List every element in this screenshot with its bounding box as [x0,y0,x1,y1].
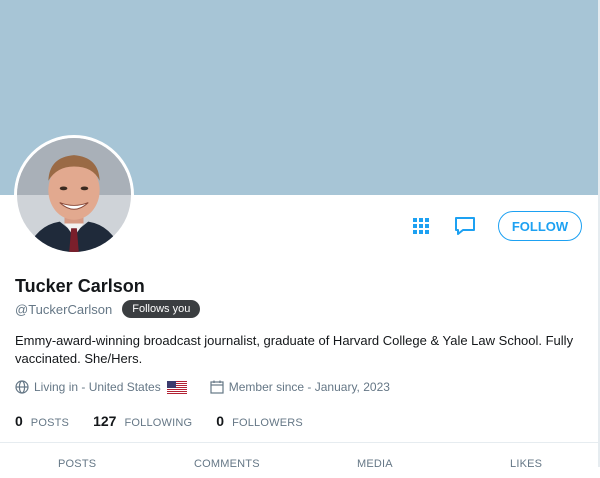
follow-button[interactable]: FOLLOW [498,211,582,241]
tab-comments[interactable]: COMMENTS [194,458,260,470]
follows-you-badge: Follows you [122,300,201,318]
location-text: Living in - United States [34,380,161,394]
tabs-divider [0,442,598,443]
profile-tabs: POSTS COMMENTS MEDIA LIKES [0,458,598,478]
message-icon[interactable] [450,211,480,241]
stat-count: 0 [15,413,23,429]
grid-icon[interactable] [406,211,436,241]
stat-label: FOLLOWERS [232,417,303,429]
avatar[interactable] [14,135,134,255]
profile-bio: Emmy-award-winning broadcast journalist,… [15,333,574,366]
tab-posts[interactable]: POSTS [58,458,96,470]
calendar-icon [210,380,224,394]
profile-actions: FOLLOW [406,210,582,242]
profile-handle: @TuckerCarlson [15,301,113,317]
globe-icon [15,380,29,394]
stat-count: 0 [216,413,225,429]
member-since: Member since - January, 2023 [210,380,390,394]
stat-following[interactable]: 127 FOLLOWING [93,413,192,429]
handle-row: @TuckerCarlson Follows you [15,300,201,318]
stat-label: FOLLOWING [124,417,193,429]
tab-media[interactable]: MEDIA [357,458,393,470]
profile-name: Tucker Carlson [15,276,145,296]
stat-posts[interactable]: 0 POSTS [15,413,69,429]
profile-meta: Living in - United States Member since -… [15,380,408,394]
location: Living in - United States [15,380,192,394]
stat-label: POSTS [30,417,70,429]
us-flag-icon [166,380,187,394]
stat-followers[interactable]: 0 FOLLOWERS [216,413,303,429]
stat-count: 127 [93,413,117,429]
profile-stats: 0 POSTS 127 FOLLOWING 0 FOLLOWERS [15,413,327,429]
tab-likes[interactable]: LIKES [510,458,542,470]
member-since-text: Member since - January, 2023 [228,380,390,394]
